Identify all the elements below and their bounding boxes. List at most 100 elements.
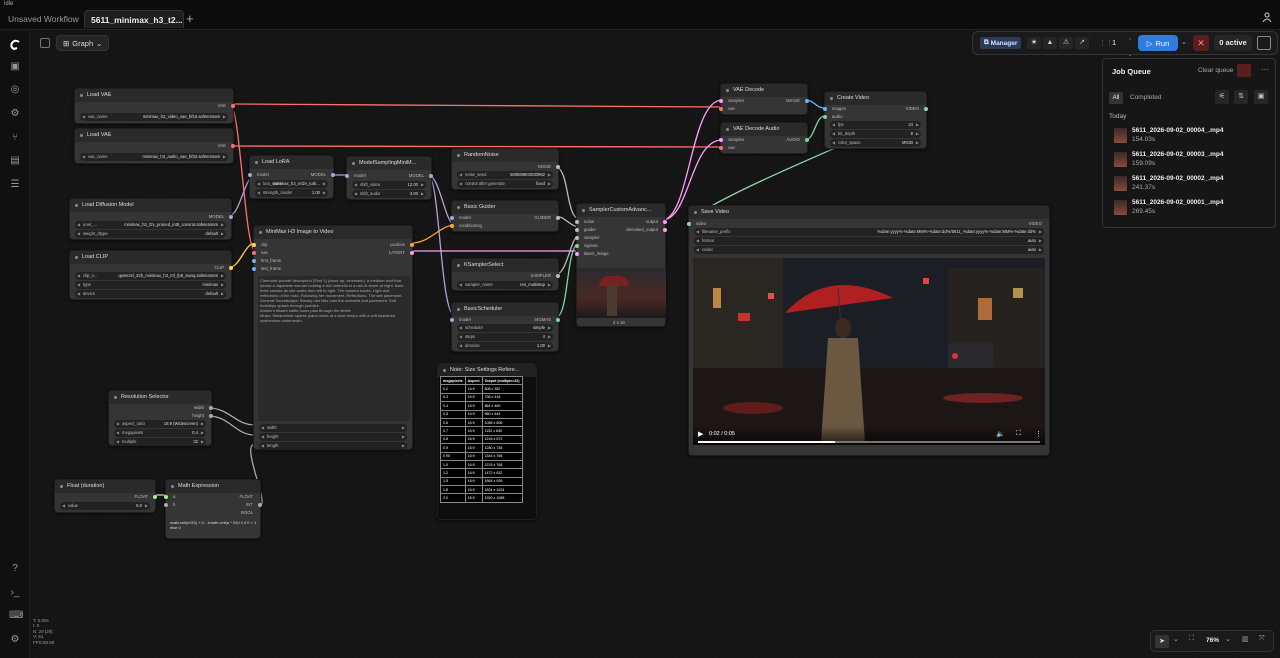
node-model-sampling[interactable]: ModelSamplingMiniM... model MODEL shift_…	[345, 156, 433, 200]
input-port[interactable]	[575, 236, 579, 240]
terminal-icon[interactable]: ›_	[9, 587, 21, 599]
output-port[interactable]	[556, 165, 560, 169]
play-icon[interactable]: ▶	[698, 430, 703, 438]
output-port[interactable]	[331, 173, 335, 177]
widget-color-space[interactable]: color_spacesRGB	[830, 139, 921, 147]
comfy-logo-icon[interactable]	[9, 39, 21, 51]
node-load-lora[interactable]: Load LoRA model MODEL lora_nameminimax_h…	[248, 155, 335, 199]
cancel-run-icon[interactable]: ✕	[1193, 35, 1209, 51]
select-tool-icon[interactable]: ➤	[1155, 635, 1169, 648]
input-port[interactable]	[575, 220, 579, 224]
clear-queue-icon[interactable]	[1237, 64, 1251, 77]
widget-control-after-generate[interactable]: control after generatefixed	[457, 180, 553, 188]
node-load-vae-video[interactable]: Load VAE VAE vae_nameminimax_h3_video_va…	[74, 88, 235, 124]
job-item[interactable]: 5611_2026-09-02_00003_.mp4 159.09s	[1114, 150, 1274, 170]
workflows-icon[interactable]: ⑂	[9, 132, 21, 144]
node-basic-guider[interactable]: Basic Guider model conditioning GUIDER	[450, 200, 560, 232]
video-preview[interactable]: ▶ 0:02 / 0:05 🔈 ⛶ ⋮	[693, 258, 1045, 445]
node-sampler-custom-advanced[interactable]: SamplerCustomAdvanc... noise guider samp…	[575, 203, 667, 327]
input-port[interactable]	[450, 224, 454, 228]
output-port[interactable]	[805, 138, 809, 142]
output-port[interactable]	[209, 406, 213, 410]
run-options-chevron-icon[interactable]: ⌄	[1181, 38, 1187, 46]
node-vae-decode[interactable]: VAE Decode samples vae IMAGE	[719, 83, 809, 115]
input-port[interactable]	[252, 251, 256, 255]
widget-filename-prefix[interactable]: filename_prefix%date:yyyy%-%date:MM%-%da…	[694, 228, 1044, 236]
video-progress-track[interactable]	[698, 441, 1040, 443]
run-button[interactable]: ▷ Run	[1138, 35, 1178, 51]
filter-completed-tab[interactable]: Completed	[1130, 94, 1161, 101]
widget-noise-seed[interactable]: noise_seed590589802030962	[457, 171, 553, 179]
input-port[interactable]	[823, 115, 827, 119]
output-port[interactable]	[231, 104, 235, 108]
clear-queue-button[interactable]: Clear queue	[1198, 67, 1233, 74]
input-port[interactable]	[450, 318, 454, 322]
mask-icon[interactable]: ▲	[1043, 37, 1057, 49]
output-port[interactable]	[924, 107, 928, 111]
output-port[interactable]	[556, 318, 560, 322]
widget-weight-dtype[interactable]: weight_dtypedefault	[75, 230, 226, 238]
star-icon[interactable]: ★	[1027, 37, 1041, 49]
prompt-textarea[interactable]: Cinematic portrait description [Shot 1] …	[258, 276, 410, 421]
graph-canvas[interactable]	[31, 31, 1280, 658]
output-port[interactable]	[410, 243, 414, 247]
output-port[interactable]	[663, 220, 667, 224]
input-port[interactable]	[450, 216, 454, 220]
help-icon[interactable]: ?	[9, 563, 21, 575]
gallery-icon[interactable]: ▣	[1254, 90, 1268, 104]
widget-vae-name[interactable]: vae_nameminimax_h3_audio_vae_bf32.safete…	[80, 153, 228, 161]
widget-vae-name[interactable]: vae_nameminimax_h3_video_vae_bf16.safete…	[80, 113, 228, 121]
filter-all-tab[interactable]: All	[1109, 92, 1123, 104]
input-port[interactable]	[252, 243, 256, 247]
tab-active-workflow[interactable]: 5611_minimax_h3_t2...	[84, 10, 184, 28]
images-icon[interactable]: ▣	[9, 61, 21, 73]
node-load-clip[interactable]: Load CLIP CLIP clip_n...qwen3vl_32b_mini…	[69, 250, 233, 300]
widget-denoise[interactable]: denoise1.00	[457, 342, 553, 350]
share-icon[interactable]: ↗	[1075, 37, 1089, 49]
widget-width[interactable]: width	[259, 424, 407, 432]
input-port[interactable]	[719, 146, 723, 150]
node-load-vae-audio[interactable]: Load VAE VAE vae_nameminimax_h3_audio_va…	[74, 128, 235, 164]
widget-type[interactable]: typeminimax	[75, 281, 226, 289]
widget-value[interactable]: value5.0	[60, 502, 150, 510]
user-icon[interactable]	[1262, 12, 1272, 22]
input-port[interactable]	[248, 173, 252, 177]
input-port[interactable]	[719, 99, 723, 103]
fit-view-icon[interactable]: ⛶	[1189, 635, 1194, 643]
input-port[interactable]	[164, 503, 168, 507]
widget-strength-model[interactable]: strength_model1.00	[255, 189, 328, 197]
keyboard-icon[interactable]: ⌨	[9, 610, 23, 622]
widget-lora-name[interactable]: lora_nameminimax_h3_rel2v_turb...	[255, 180, 328, 188]
job-item[interactable]: 5611_2026-09-02_00002_.mp4 241.37s	[1114, 174, 1274, 194]
output-port[interactable]	[663, 228, 667, 232]
job-item[interactable]: 5611_2026-09-02_00001_.mp4 269.45s	[1114, 198, 1274, 218]
zoom-level[interactable]: 76%	[1206, 637, 1219, 644]
output-port[interactable]	[556, 274, 560, 278]
widget-fps[interactable]: fps24	[830, 121, 921, 129]
node-ksampler-select[interactable]: KSamplerSelect SAMPLER sampler_nameres_m…	[451, 258, 560, 291]
widget-codec[interactable]: codecauto	[694, 246, 1044, 254]
widget-height[interactable]: height	[259, 433, 407, 441]
input-port[interactable]	[252, 259, 256, 263]
output-port[interactable]	[805, 99, 809, 103]
input-port[interactable]	[345, 174, 349, 178]
input-port[interactable]	[823, 107, 827, 111]
more-icon[interactable]: ···	[1261, 65, 1269, 74]
widget-unet-name[interactable]: unet_...minimax_h3_t2v_pruned_int8_convr…	[75, 221, 226, 229]
node-random-noise[interactable]: RandomNoise NOISE noise_seed590589802030…	[451, 148, 560, 190]
settings-icon[interactable]: ⚙	[9, 634, 21, 646]
sort-icon[interactable]: ⇅	[1234, 90, 1248, 104]
output-port[interactable]	[556, 216, 560, 220]
more-options-icon[interactable]: ⋮	[1035, 430, 1042, 438]
input-port[interactable]	[252, 267, 256, 271]
widget-clip-name[interactable]: clip_n...qwen3vl_32b_minimax_h3_mf_fp8_s…	[75, 272, 226, 280]
link-visibility-icon[interactable]: ⤧	[1259, 635, 1265, 643]
node-load-diffusion-model[interactable]: Load Diffusion Model MODEL unet_...minim…	[69, 198, 233, 240]
manager-button[interactable]: ⧉ Manager	[980, 37, 1022, 49]
widget-megapixels[interactable]: megapixels0.4	[114, 429, 206, 437]
job-item[interactable]: 5611_2026-09-02_00004_.mp4 154.03s	[1114, 126, 1274, 146]
widget-shift-video[interactable]: shift_video12.00	[352, 181, 426, 189]
input-port[interactable]	[719, 107, 723, 111]
graph-mode-button[interactable]: ⊞ Graph ⌄	[56, 35, 110, 51]
output-port[interactable]	[229, 215, 233, 219]
